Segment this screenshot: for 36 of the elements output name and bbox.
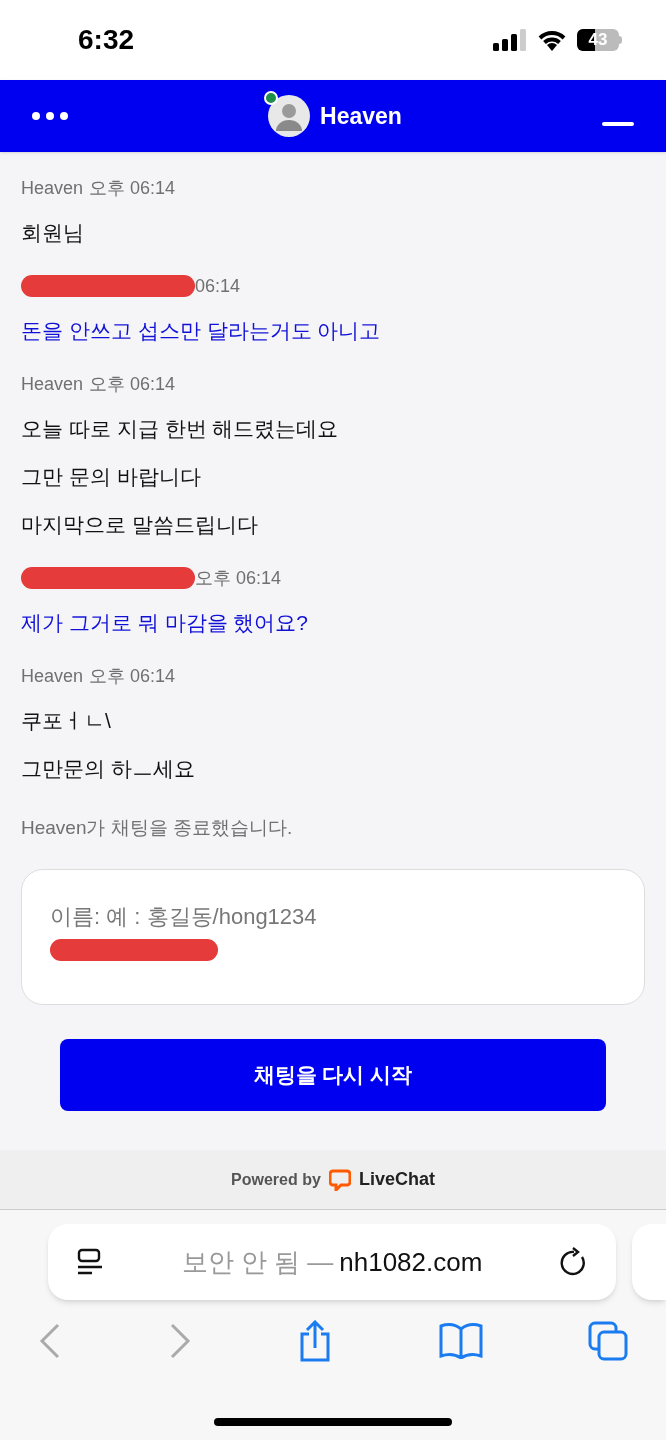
message-time: 06:14 — [195, 274, 241, 298]
tabs-icon[interactable] — [588, 1321, 628, 1361]
input-field[interactable]: 이름: 예 : 홍길동/hong1234 — [21, 868, 645, 1005]
security-label: 보안 안 됨 — — [181, 1245, 334, 1279]
powered-by-label: Powered by — [231, 1169, 321, 1190]
reload-icon[interactable] — [560, 1247, 588, 1277]
message-author: Heaven — [21, 372, 84, 396]
clock: 6:32 — [78, 23, 135, 57]
message-text: 쿠포ㅓㄴ\ — [21, 708, 112, 734]
message-text: 마지막으로 말씀드립니다 — [21, 512, 259, 538]
address-bar[interactable]: 보안 안 됨 — nh1082.com — [48, 1224, 616, 1300]
signal-icon — [493, 29, 527, 51]
message-time: 오후 06:14 — [89, 176, 176, 200]
message-author: Heaven — [21, 176, 84, 200]
restart-chat-button[interactable]: 채팅을 다시 시작 — [60, 1038, 606, 1111]
message-text: 그만 문의 바랍니다 — [21, 464, 202, 490]
avatar-icon — [268, 95, 311, 137]
message-time: 오후 06:14 — [89, 372, 176, 396]
more-button[interactable] — [32, 112, 68, 120]
message-author: Heaven — [21, 664, 84, 688]
minimize-button[interactable] — [602, 122, 634, 126]
message-text: 회원님 — [21, 220, 85, 246]
message-text: 그만문의 하ㅡ세요 — [21, 756, 196, 782]
system-message: Heaven가 채팅을 종료했습니다. — [21, 816, 294, 840]
message-text: 돈을 안쓰고 섭스만 달라는거도 아니고 — [21, 318, 382, 344]
message-time: 오후 06:14 — [195, 566, 282, 590]
message-text: 제가 그거로 뭐 마감을 했어요? — [21, 610, 310, 636]
domain-text: nh1082.com — [339, 1245, 483, 1279]
book-icon[interactable] — [438, 1323, 483, 1359]
wifi-icon — [537, 29, 567, 51]
message-time: 오후 06:14 — [89, 664, 176, 688]
agent-name: Heaven — [320, 101, 402, 131]
chat-bubble-icon — [328, 1168, 351, 1191]
livechat-logo: LiveChat — [358, 1168, 435, 1191]
page-menu-icon — [76, 1248, 104, 1276]
message-text: 오늘 따로 지급 한번 해드렸는데요 — [21, 416, 340, 442]
